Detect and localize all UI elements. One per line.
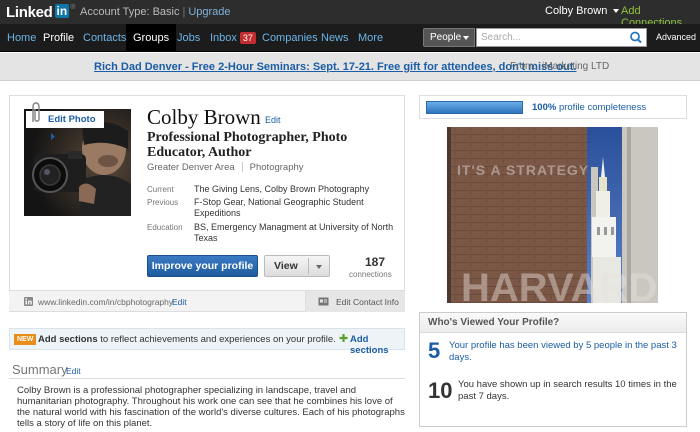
public-profile-url[interactable]: www.linkedin.com/in/cbphotography xyxy=(38,297,173,307)
account-type-label: Account Type: Basic xyxy=(80,6,180,18)
ad-from-label: From: xyxy=(510,61,537,72)
edit-contact-info-button[interactable]: Edit Contact Info xyxy=(305,291,405,312)
user-menu[interactable]: Colby Brown xyxy=(545,5,620,17)
name-edit-link[interactable]: Edit xyxy=(265,115,281,125)
plus-icon: ✚ xyxy=(339,333,349,345)
chevron-down-icon xyxy=(613,9,620,14)
linkedin-logo[interactable]: Linked in ® xyxy=(6,3,75,21)
url-edit-link[interactable]: Edit xyxy=(172,297,187,307)
improve-profile-button[interactable]: Improve your profile xyxy=(147,255,258,277)
search-input[interactable] xyxy=(476,28,647,47)
edit-photo-label: Edit Photo xyxy=(48,114,96,125)
profile-completeness: 100% profile completeness xyxy=(419,95,687,119)
summary-text: Colby Brown is a professional photograph… xyxy=(17,385,405,429)
ad-source: From: iMarketing LTD xyxy=(510,61,609,72)
add-sections-bar: NEW Add sections to reflect achievements… xyxy=(9,328,405,356)
connections-count[interactable]: 187 xyxy=(365,255,385,269)
chevron-down-icon xyxy=(463,36,469,40)
chevron-down-icon[interactable] xyxy=(316,265,322,269)
view-profile-button[interactable]: View xyxy=(264,255,330,277)
add-sections-bold: Add sections xyxy=(38,334,98,345)
main-nav: Home Profile Contacts Groups Jobs Inbox 3… xyxy=(0,24,700,52)
profile-card-footer: www.linkedin.com/in/cbphotography Edit E… xyxy=(9,290,405,312)
user-name: Colby Brown xyxy=(545,5,608,17)
ad-slogan: IT'S A STRATEGY xyxy=(457,162,589,178)
completeness-bar xyxy=(426,101,523,114)
profile-views-text[interactable]: Your profile has been viewed by 5 people… xyxy=(449,340,684,364)
paperclip-icon xyxy=(32,102,40,122)
profile-headline: Professional Photographer, Photo Educato… xyxy=(147,130,348,160)
profile-location: Greater Denver Area Photography xyxy=(147,162,304,173)
connections-label: connections xyxy=(349,270,392,279)
search-scope-select[interactable]: People xyxy=(423,28,475,47)
nav-news[interactable]: News xyxy=(314,24,356,52)
industry-text: Photography xyxy=(249,162,304,173)
add-sections-link[interactable]: Add sections xyxy=(350,334,404,356)
ad-link[interactable]: Rich Dad Denver - Free 2-Hour Seminars: … xyxy=(94,61,576,73)
search-appearances-text: You have shown up in search results 10 t… xyxy=(458,379,677,402)
education-value: BS, Emergency Managment at University of… xyxy=(194,222,394,243)
summary-divider xyxy=(9,378,405,379)
top-bar: Linked in ® Account Type: Basic | Upgrade Co… xyxy=(0,0,700,29)
summary-edit-link[interactable]: Edit xyxy=(66,366,81,376)
profile-views-count[interactable]: 5 xyxy=(428,338,440,364)
profile-name: Colby Brown xyxy=(147,105,261,129)
who-viewed-box: Who's Viewed Your Profile? 5 Your profil… xyxy=(419,312,687,427)
search-icon xyxy=(630,31,642,44)
nav-contacts[interactable]: Contacts xyxy=(76,24,133,52)
nav-inbox[interactable]: Inbox 37 xyxy=(203,24,263,52)
completeness-label: profile completeness xyxy=(556,102,647,113)
chevron-right-icon xyxy=(51,132,55,140)
search-button[interactable] xyxy=(626,29,646,46)
nav-more[interactable]: More xyxy=(351,24,390,52)
completeness-text: 100% profile completeness xyxy=(532,102,646,113)
ad-from-source: iMarketing LTD xyxy=(542,61,610,72)
logo-registered: ® xyxy=(70,3,76,11)
who-viewed-title: Who's Viewed Your Profile? xyxy=(420,313,686,333)
harvard-ad-picture: IT'S A STRATEGY HARVARD xyxy=(447,127,658,303)
current-value: The Giving Lens, Colby Brown Photography xyxy=(194,184,370,194)
account-type: Account Type: Basic | Upgrade xyxy=(80,6,231,18)
logo-in: in xyxy=(54,4,70,18)
add-sections-rest: to reflect achievements and experiences … xyxy=(97,334,336,345)
previous-label: Previous xyxy=(147,198,179,207)
logo-word: Linked xyxy=(6,3,53,21)
nav-jobs[interactable]: Jobs xyxy=(170,24,207,52)
account-separator: | xyxy=(182,6,186,18)
inbox-count-badge: 37 xyxy=(239,32,256,45)
search-scope-label: People xyxy=(430,32,462,43)
advanced-search-link[interactable]: Advanced xyxy=(656,32,696,42)
ad-image[interactable]: IT'S A STRATEGY HARVARD xyxy=(447,127,658,303)
location-divider xyxy=(241,162,243,173)
contact-card-icon xyxy=(318,297,329,306)
nav-groups[interactable]: Groups xyxy=(126,24,177,52)
ad-banner: Rich Dad Denver - Free 2-Hour Seminars: … xyxy=(0,53,700,81)
nav-profile[interactable]: Profile xyxy=(36,24,81,52)
new-badge: NEW xyxy=(14,334,37,345)
completeness-percent: 100% xyxy=(532,102,557,113)
nav-inbox-label: Inbox xyxy=(210,32,237,44)
view-button-label: View xyxy=(274,260,298,272)
current-label: Current xyxy=(147,185,174,194)
view-button-divider xyxy=(308,258,309,274)
edit-contact-label: Edit Contact Info xyxy=(336,297,399,307)
search-appearances-count: 10 xyxy=(428,378,453,403)
ad-word: HARVARD xyxy=(461,266,657,303)
previous-value: F-Stop Gear, National Geographic Student… xyxy=(194,197,364,218)
education-label: Education xyxy=(147,223,183,232)
location-text: Greater Denver Area xyxy=(147,162,235,173)
linkedin-small-icon xyxy=(24,297,33,306)
summary-title: Summary xyxy=(12,362,68,377)
add-sections-text: Add sections to reflect achievements and… xyxy=(38,334,336,345)
completeness-fill xyxy=(427,102,522,113)
upgrade-link[interactable]: Upgrade xyxy=(188,6,230,18)
